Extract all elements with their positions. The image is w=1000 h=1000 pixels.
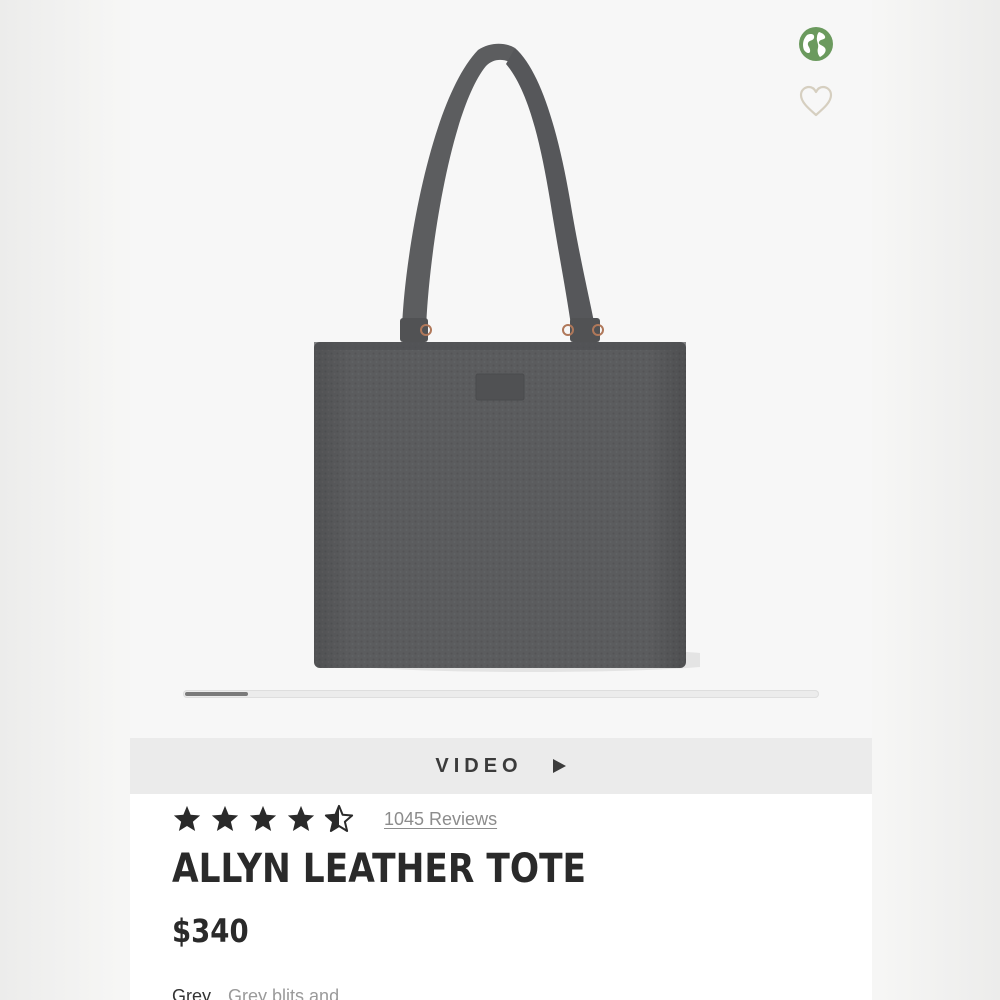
star-half-icon <box>324 804 354 832</box>
product-image <box>314 43 700 672</box>
product-gallery[interactable] <box>130 0 872 738</box>
gallery-progress-fill <box>185 692 248 696</box>
sustainability-globe-icon[interactable] <box>798 26 834 62</box>
product-title: ALLYN LEATHER TOTE <box>172 846 587 892</box>
reviews-link[interactable]: 1045 Reviews <box>384 809 497 830</box>
play-icon <box>552 759 566 773</box>
star-full-icon <box>249 805 277 831</box>
color-value: Grey blits and ... <box>228 986 360 1000</box>
star-full-icon <box>173 805 201 831</box>
rating-row: 1045 Reviews <box>172 804 497 834</box>
star-full-icon <box>211 805 239 831</box>
product-price: $340 <box>172 912 249 950</box>
product-card: VIDEO 1045 Reviews ALLYN LEATHER TOTE $3… <box>130 0 872 1000</box>
gallery-progress-bar[interactable] <box>183 690 819 698</box>
color-row: Grey Grey blits and ... <box>172 986 359 1000</box>
wishlist-heart-icon[interactable] <box>798 84 834 120</box>
video-label: VIDEO <box>435 754 523 777</box>
product-info: 1045 Reviews ALLYN LEATHER TOTE $340 Gre… <box>130 794 872 1000</box>
color-label: Grey <box>172 986 212 1000</box>
video-button[interactable]: VIDEO <box>130 738 872 794</box>
star-full-icon <box>287 805 315 831</box>
